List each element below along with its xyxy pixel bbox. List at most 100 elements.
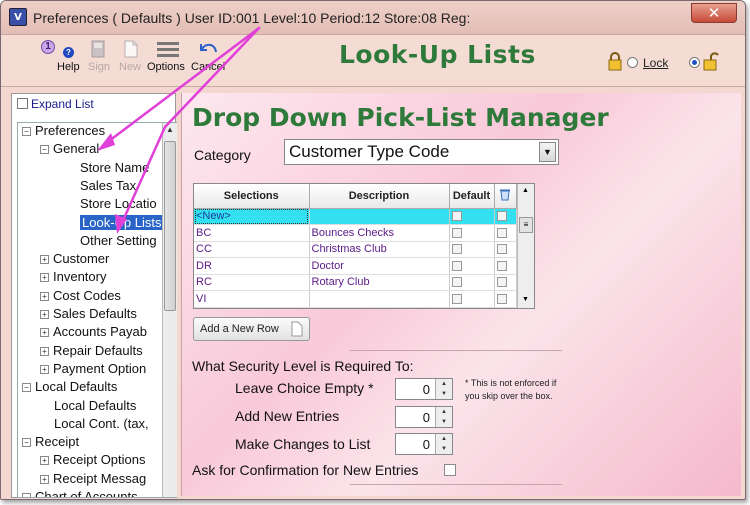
description-cell[interactable]: Rotary Club xyxy=(309,274,450,291)
tree-item[interactable]: − Receipt xyxy=(22,434,79,449)
expand-icon[interactable]: + xyxy=(40,273,49,283)
tree-item[interactable]: + Repair Defaults xyxy=(40,343,143,358)
expand-icon[interactable]: + xyxy=(40,346,49,356)
tree-item[interactable]: + Receipt Messag xyxy=(40,471,146,486)
delete-cell[interactable] xyxy=(494,290,517,308)
help-icon[interactable]: ? xyxy=(63,47,74,58)
default-cell[interactable] xyxy=(449,208,495,225)
description-cell[interactable]: Bounces Checks xyxy=(309,224,450,242)
tree-item[interactable]: Sales Tax xyxy=(80,178,136,193)
scroll-thumb[interactable] xyxy=(164,141,176,311)
scroll-up-icon[interactable]: ▲ xyxy=(163,123,177,137)
grid-scrollbar[interactable]: ▲ ≡ ▼ xyxy=(517,184,534,308)
expand-icon[interactable]: + xyxy=(40,474,49,484)
expand-list-toggle[interactable]: Expand List xyxy=(17,97,94,111)
sign-button[interactable]: Sign xyxy=(88,61,110,73)
unlock-radio[interactable] xyxy=(689,57,700,68)
make-changes-value[interactable]: 0 xyxy=(423,437,430,452)
tree-item[interactable]: Local Defaults xyxy=(54,398,136,413)
picklist-grid[interactable]: Selections Description Default <New> BC Bo… xyxy=(193,183,535,309)
grid-scroll-down-icon[interactable]: ▼ xyxy=(522,296,529,303)
default-checkbox[interactable] xyxy=(451,293,462,304)
stepper-up-icon[interactable]: ▲ xyxy=(436,379,452,389)
description-cell[interactable] xyxy=(309,290,450,308)
add-new-value[interactable]: 0 xyxy=(423,410,430,425)
description-cell[interactable] xyxy=(309,208,450,225)
default-cell[interactable] xyxy=(449,257,495,275)
default-checkbox[interactable] xyxy=(451,277,462,288)
column-header-default[interactable]: Default xyxy=(449,184,495,209)
column-header-description[interactable]: Description xyxy=(309,184,450,209)
options-button[interactable]: Options xyxy=(147,61,185,73)
make-changes-stepper[interactable]: 0 ▲ ▼ xyxy=(395,433,453,455)
expand-icon[interactable]: + xyxy=(40,456,49,466)
collapse-icon[interactable]: − xyxy=(22,493,31,497)
table-row[interactable]: RC Rotary Club xyxy=(194,274,517,291)
expand-list-checkbox[interactable] xyxy=(17,98,28,109)
tree-item[interactable]: + Accounts Payab xyxy=(40,324,147,339)
tree-item[interactable]: + Customer xyxy=(40,251,109,266)
stepper-down-icon[interactable]: ▼ xyxy=(436,389,452,399)
default-checkbox[interactable] xyxy=(451,227,462,238)
default-cell[interactable] xyxy=(449,224,495,242)
tree-item[interactable]: Look-Up Lists xyxy=(78,213,165,231)
close-button[interactable]: ✕ xyxy=(691,3,737,23)
table-row[interactable]: <New> xyxy=(194,208,517,225)
new-button[interactable]: New xyxy=(119,61,141,73)
tree-item[interactable]: Store Name xyxy=(80,160,149,175)
description-cell[interactable]: Doctor xyxy=(309,257,450,275)
tree-item[interactable]: Other Setting xyxy=(80,233,157,248)
collapse-icon[interactable]: − xyxy=(22,127,31,136)
column-header-delete[interactable] xyxy=(494,184,517,209)
lock-label[interactable]: Lock xyxy=(643,56,668,70)
default-checkbox[interactable] xyxy=(451,211,462,222)
selection-cell[interactable]: BC xyxy=(194,224,310,242)
tree-item[interactable]: + Inventory xyxy=(40,269,106,284)
default-checkbox[interactable] xyxy=(451,244,462,255)
collapse-icon[interactable]: − xyxy=(22,383,31,393)
add-row-button[interactable]: Add a New Row xyxy=(193,317,310,341)
collapse-icon[interactable]: − xyxy=(40,145,49,155)
expand-icon[interactable]: + xyxy=(40,364,49,374)
tree-item[interactable]: + Cost Codes xyxy=(40,288,121,303)
table-row[interactable]: DR Doctor xyxy=(194,257,517,275)
chevron-down-icon[interactable]: ▼ xyxy=(539,142,556,162)
tree-item[interactable]: + Receipt Options xyxy=(40,452,146,467)
cancel-button[interactable]: Cancel xyxy=(191,61,225,73)
delete-checkbox[interactable] xyxy=(496,260,507,271)
tree-item[interactable]: Store Locatio xyxy=(80,196,157,211)
delete-cell[interactable] xyxy=(494,241,517,258)
tree-item[interactable]: + Sales Defaults xyxy=(40,306,137,321)
tree-item[interactable]: + Payment Option xyxy=(40,361,146,376)
stepper-up-icon[interactable]: ▲ xyxy=(436,407,452,417)
expand-icon[interactable]: + xyxy=(40,291,49,301)
leave-empty-value[interactable]: 0 xyxy=(423,382,430,397)
add-new-stepper[interactable]: 0 ▲ ▼ xyxy=(395,406,453,428)
default-cell[interactable] xyxy=(449,274,495,291)
expand-icon[interactable]: + xyxy=(40,255,49,265)
help-button[interactable]: Help xyxy=(57,61,80,73)
grid-scroll-up-icon[interactable]: ▲ xyxy=(522,187,529,194)
selection-cell[interactable]: <New> xyxy=(194,208,310,225)
tree-item[interactable]: − Preferences xyxy=(22,123,105,138)
tree-item[interactable]: − Chart of Accounts xyxy=(22,489,138,497)
tree-item[interactable]: − Local Defaults xyxy=(22,379,117,394)
selection-cell[interactable]: VI xyxy=(194,290,310,308)
grid-scroll-thumb[interactable]: ≡ xyxy=(519,217,533,233)
default-cell[interactable] xyxy=(449,290,495,308)
selection-cell[interactable]: DR xyxy=(194,257,310,275)
collapse-icon[interactable]: − xyxy=(22,438,31,448)
delete-cell[interactable] xyxy=(494,274,517,291)
tree-scrollbar[interactable]: ▲ xyxy=(162,123,177,497)
delete-checkbox[interactable] xyxy=(496,293,507,304)
stepper-up-icon[interactable]: ▲ xyxy=(436,434,452,444)
default-cell[interactable] xyxy=(449,241,495,258)
stepper-down-icon[interactable]: ▼ xyxy=(436,444,452,454)
delete-cell[interactable] xyxy=(494,224,517,242)
table-row[interactable]: CC Christmas Club xyxy=(194,241,517,258)
table-row[interactable]: BC Bounces Checks xyxy=(194,224,517,242)
tree-item[interactable]: Local Cont. (tax, xyxy=(54,416,149,431)
expand-icon[interactable]: + xyxy=(40,328,49,338)
delete-checkbox[interactable] xyxy=(496,211,507,222)
default-checkbox[interactable] xyxy=(451,260,462,271)
